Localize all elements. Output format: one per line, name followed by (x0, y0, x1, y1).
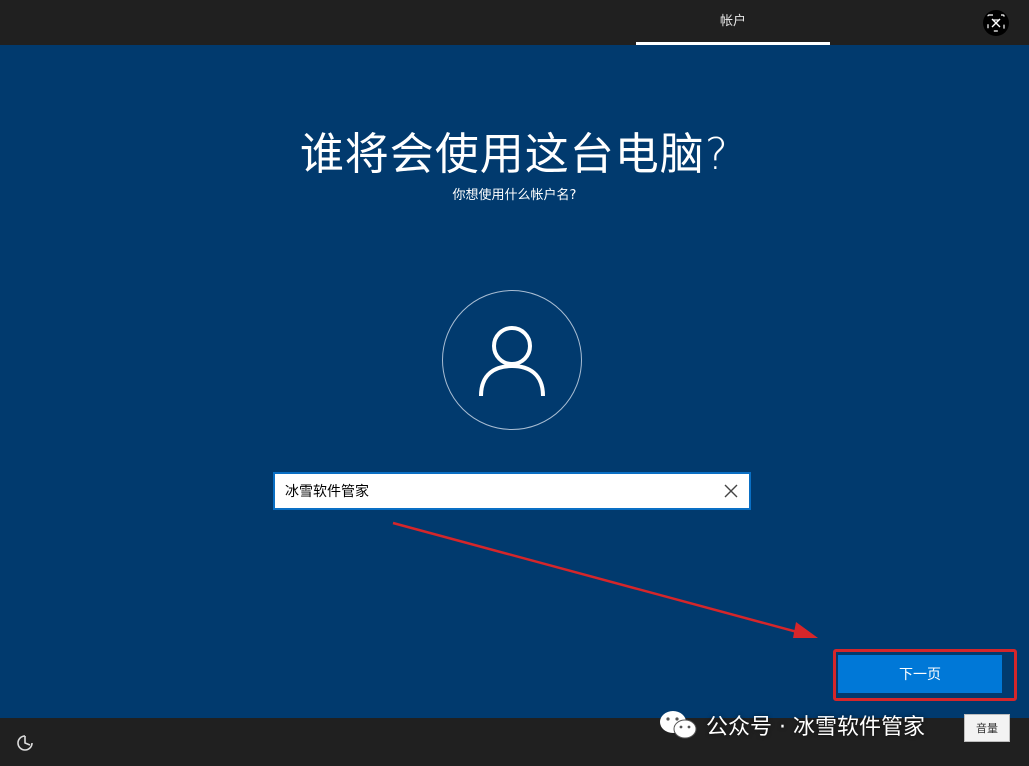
oobe-window: 帐户 谁将会使用这台电脑? 你想使用什么帐户名? 下一页 (0, 0, 1029, 766)
accessibility-icon[interactable] (15, 733, 35, 753)
wechat-icon (660, 711, 697, 739)
watermark: 公众号 · 冰雪软件管家 (658, 708, 925, 742)
volume-button[interactable]: 音量 (964, 714, 1010, 742)
watermark-text: 公众号 · 冰雪软件管家 (706, 715, 925, 740)
next-button[interactable]: 下一页 (838, 655, 1002, 693)
